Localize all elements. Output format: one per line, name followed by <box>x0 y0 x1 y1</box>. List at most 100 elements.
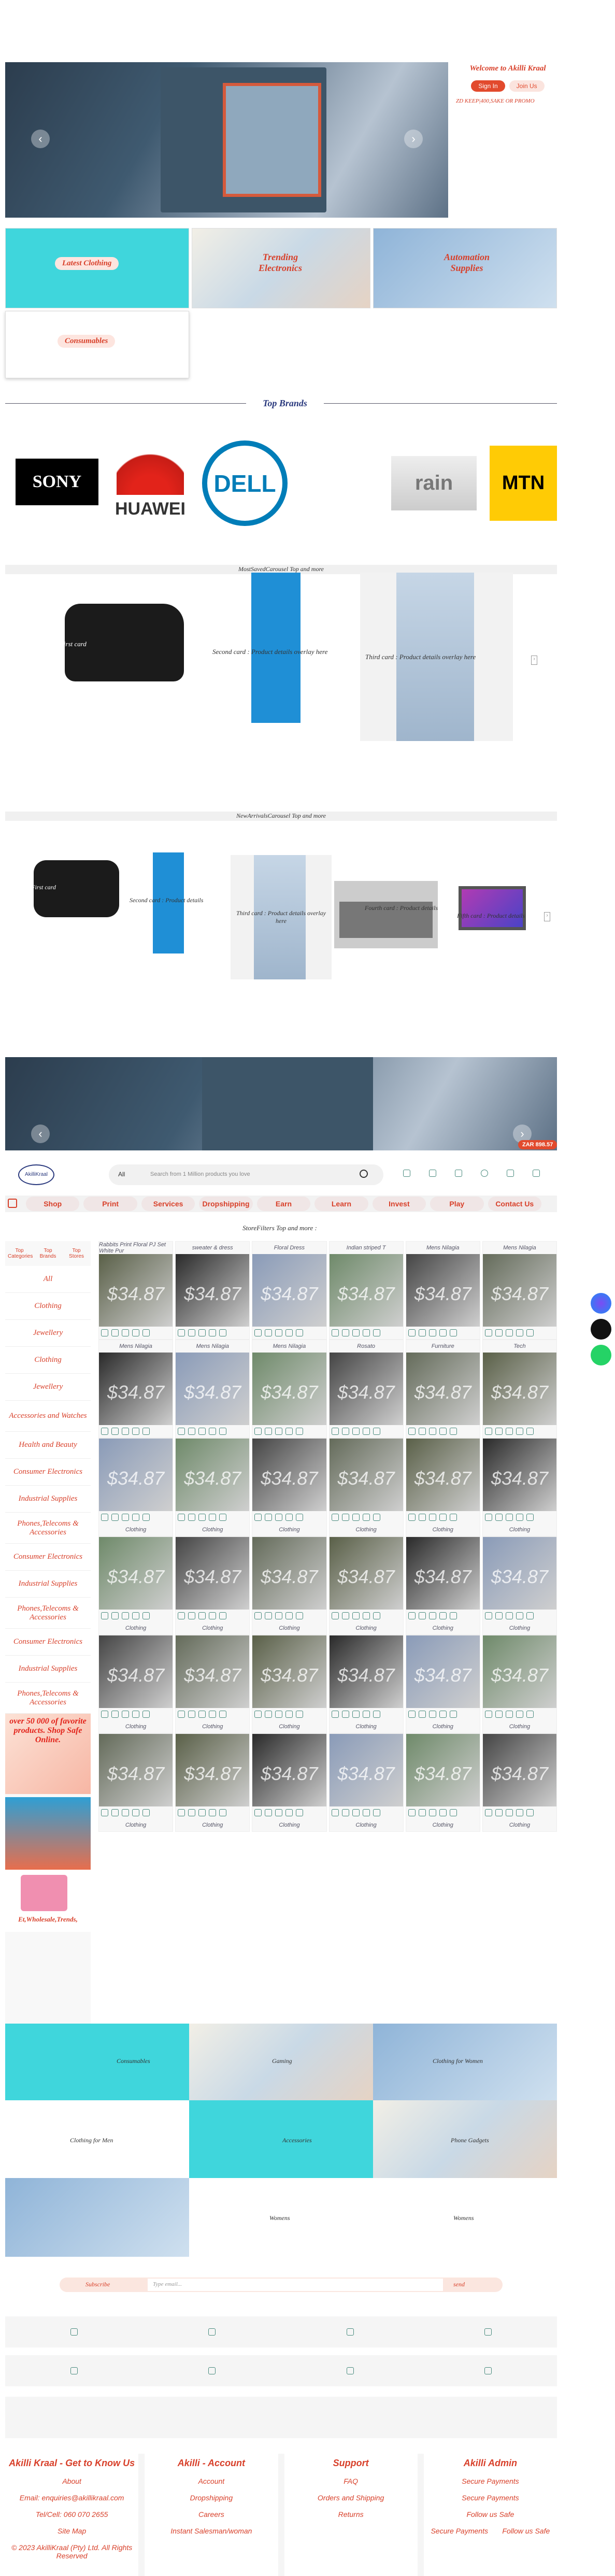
nav-play[interactable]: Play <box>430 1197 484 1211</box>
whatsapp-icon[interactable] <box>591 1345 611 1365</box>
like-icon[interactable] <box>408 1809 416 1816</box>
sign-in-button[interactable]: Sign In <box>471 80 505 92</box>
like-icon[interactable] <box>254 1711 262 1718</box>
cart-icon[interactable] <box>198 1329 206 1336</box>
tile-automation[interactable] <box>5 2178 189 2257</box>
product-card[interactable]: Rabbits Print Floral PJ Set White Pur $34… <box>98 1241 174 1340</box>
product-card[interactable]: $34.87 Clothing <box>482 1733 557 1832</box>
footer-link-secure-1[interactable]: Secure Payments <box>424 2473 557 2489</box>
like-icon[interactable] <box>331 1612 339 1619</box>
tile-womens-1[interactable]: Womens <box>189 2178 373 2257</box>
share-icon[interactable] <box>132 1612 139 1619</box>
product-card[interactable]: Tech $34.87 <box>482 1340 557 1438</box>
product-card[interactable]: Furniture $34.87 <box>405 1340 480 1438</box>
product-card[interactable]: $34.87 Clothing <box>405 1733 480 1832</box>
dislike-icon[interactable] <box>341 1711 349 1718</box>
cart-icon[interactable] <box>275 1809 283 1816</box>
cart-icon[interactable] <box>275 1612 283 1619</box>
product-card[interactable]: $34.87 Clothing <box>252 1635 327 1733</box>
like-icon[interactable] <box>331 1809 339 1816</box>
bookmark-icon[interactable] <box>296 1809 304 1816</box>
product-image[interactable]: $34.87 <box>406 1439 480 1511</box>
dislike-icon[interactable] <box>188 1514 196 1521</box>
dislike-icon[interactable] <box>265 1428 273 1435</box>
footer-link-dropshipping[interactable]: Dropshipping <box>145 2489 278 2506</box>
like-icon[interactable] <box>101 1612 108 1619</box>
cart-icon[interactable] <box>428 1514 436 1521</box>
bookmark-icon[interactable] <box>296 1612 304 1619</box>
product-image[interactable]: $34.87 <box>176 1439 250 1511</box>
like-icon[interactable] <box>254 1809 262 1816</box>
product-card[interactable]: $34.87 Clothing <box>98 1733 174 1832</box>
bookmark-icon[interactable] <box>219 1514 227 1521</box>
like-icon[interactable] <box>484 1711 492 1718</box>
bookmark-icon[interactable] <box>373 1514 380 1521</box>
cart-icon[interactable] <box>122 1329 129 1336</box>
cart-icon[interactable] <box>198 1809 206 1816</box>
cart-icon[interactable] <box>505 1428 513 1435</box>
bookmark-icon[interactable] <box>449 1711 457 1718</box>
share-icon[interactable] <box>362 1711 370 1718</box>
dislike-icon[interactable] <box>418 1329 426 1336</box>
sidebar-item[interactable]: Industrial Supplies <box>5 1486 91 1513</box>
product-card[interactable]: Floral Dress $34.87 <box>252 1241 327 1340</box>
share-icon[interactable] <box>285 1612 293 1619</box>
side-shop-illustration[interactable]: Et,Wholesale,Trends, <box>5 1870 91 1932</box>
product-image[interactable]: $34.87 <box>252 1537 326 1610</box>
sidebar-item[interactable]: Jewellery <box>5 1320 91 1347</box>
dislike-icon[interactable] <box>265 1612 273 1619</box>
footer-link-secure-3[interactable]: Secure Payments <box>431 2523 488 2539</box>
bookmark-icon[interactable] <box>449 1329 457 1336</box>
cart-icon[interactable] <box>275 1428 283 1435</box>
sidebar-item[interactable]: Consumer Electronics <box>5 1629 91 1656</box>
tab-top-categories[interactable]: Top Categories <box>8 1248 33 1259</box>
product-card[interactable]: $34.87 Clothing <box>328 1438 404 1536</box>
footer-link-orders[interactable]: Orders and Shipping <box>284 2489 418 2506</box>
nav-services[interactable]: Services <box>141 1197 195 1211</box>
new-arrivals-next-icon[interactable]: › <box>544 912 550 921</box>
sidebar-item[interactable]: Accessories and Watches <box>5 1401 91 1432</box>
product-image[interactable]: $34.87 <box>406 1353 480 1425</box>
product-image[interactable]: $34.87 <box>406 1635 480 1708</box>
cart-icon[interactable] <box>428 1711 436 1718</box>
share-icon[interactable] <box>209 1809 217 1816</box>
dislike-icon[interactable] <box>111 1809 119 1816</box>
sidebar-item[interactable]: Phones,Telecoms & Accessories <box>5 1683 91 1714</box>
tile-clothing-women[interactable]: Clothing for Women <box>373 2024 557 2100</box>
like-icon[interactable] <box>178 1711 185 1718</box>
dislike-icon[interactable] <box>188 1809 196 1816</box>
share-icon[interactable] <box>516 1329 523 1336</box>
bookmark-icon[interactable] <box>142 1809 150 1816</box>
dislike-icon[interactable] <box>495 1809 503 1816</box>
cart-icon[interactable] <box>275 1711 283 1718</box>
bookmark-icon[interactable] <box>296 1711 304 1718</box>
bookmark-icon[interactable] <box>373 1428 380 1435</box>
dislike-icon[interactable] <box>341 1809 349 1816</box>
like-icon[interactable] <box>408 1514 416 1521</box>
like-icon[interactable] <box>178 1329 185 1336</box>
like-icon[interactable] <box>331 1514 339 1521</box>
cart-icon[interactable] <box>122 1612 129 1619</box>
share-icon[interactable] <box>285 1711 293 1718</box>
search-icon[interactable] <box>360 1170 368 1178</box>
sidebar-item[interactable]: Health and Beauty <box>5 1432 91 1459</box>
product-card[interactable]: Rosato $34.87 <box>328 1340 404 1438</box>
carousel-prev-icon[interactable]: ‹ <box>31 130 50 148</box>
nav-learn[interactable]: Learn <box>314 1197 368 1211</box>
most-saved-card-3[interactable]: Third card : Product details overlay her… <box>360 573 513 741</box>
dislike-icon[interactable] <box>418 1514 426 1521</box>
promo-latest-clothing[interactable]: Latest Clothing <box>5 228 189 308</box>
share-icon[interactable] <box>209 1329 217 1336</box>
search-bar[interactable]: All Search from 1 Million products you l… <box>109 1164 383 1185</box>
nav-menu-icon[interactable] <box>8 1199 17 1208</box>
cart-icon[interactable] <box>428 1428 436 1435</box>
search-input[interactable]: Search from 1 Million products you love <box>150 1171 250 1177</box>
share-icon[interactable] <box>209 1711 217 1718</box>
bookmark-icon[interactable] <box>142 1514 150 1521</box>
bookmark-icon[interactable] <box>142 1329 150 1336</box>
cart-icon[interactable] <box>505 1809 513 1816</box>
dislike-icon[interactable] <box>111 1329 119 1336</box>
product-image[interactable]: $34.87 <box>252 1439 326 1511</box>
brand-mtn[interactable]: MTN <box>490 446 557 521</box>
sidebar-item[interactable]: Industrial Supplies <box>5 1571 91 1598</box>
